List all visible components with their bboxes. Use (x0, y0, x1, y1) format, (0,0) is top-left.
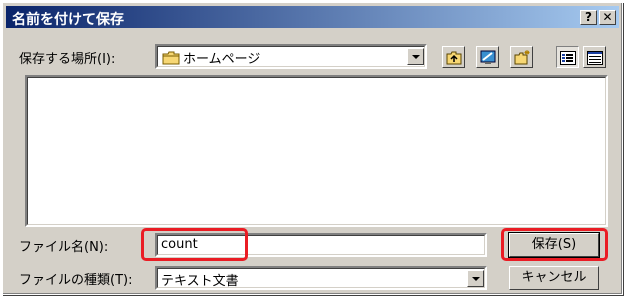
save-location-label: 保存する場所(I): (19, 52, 116, 67)
list-view-icon (560, 50, 576, 69)
close-button[interactable]: ✕ (599, 10, 616, 25)
details-view-button[interactable] (583, 46, 606, 68)
save-as-dialog: 名前を付けて保存 ? ✕ 保存する場所(I): ホームページ ファイル名(N):… (2, 2, 623, 295)
list-view-button[interactable] (556, 46, 579, 68)
file-type-label: ファイルの種類(T): (19, 273, 133, 288)
new-folder-button[interactable] (510, 46, 533, 68)
file-type-dropdown-arrow[interactable] (467, 270, 484, 287)
title-bar[interactable]: 名前を付けて保存 ? ✕ (6, 6, 619, 28)
up-folder-icon (446, 50, 462, 69)
file-type-combo[interactable]: テキスト文書 (155, 266, 487, 290)
folder-icon (162, 50, 180, 69)
file-name-label: ファイル名(N): (19, 240, 109, 255)
save-location-value: ホームページ (183, 52, 261, 67)
save-location-combo[interactable]: ホームページ (155, 44, 427, 69)
file-name-input[interactable]: count (155, 233, 487, 257)
save-location-dropdown-arrow[interactable] (407, 48, 424, 65)
file-type-value: テキスト文書 (161, 274, 239, 289)
window-title: 名前を付けて保存 (12, 12, 124, 28)
file-name-value: count (161, 237, 198, 252)
help-button[interactable]: ? (580, 10, 597, 25)
details-view-icon (587, 50, 603, 69)
cancel-button[interactable]: キャンセル (509, 266, 599, 290)
up-folder-button[interactable] (442, 46, 465, 68)
desktop-icon (480, 50, 496, 69)
save-button[interactable]: 保存(S) (508, 232, 600, 258)
file-list[interactable] (25, 75, 608, 227)
new-folder-icon (514, 50, 530, 69)
desktop-button[interactable] (476, 46, 499, 68)
